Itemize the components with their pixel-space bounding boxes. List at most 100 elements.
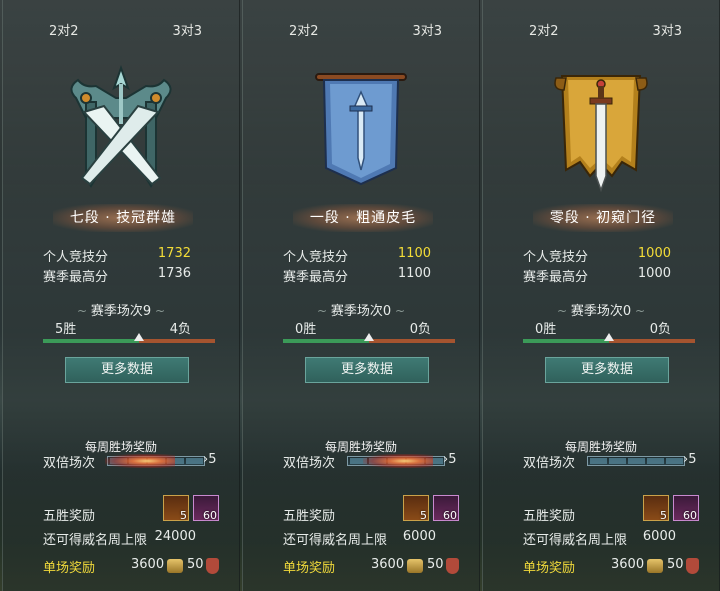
win-loss-bar [523, 333, 695, 343]
arena-panel-2: 2对2 3对3 一段 · 粗通皮毛 个人竞技分 1100 赛季最高分 1100 … [242, 0, 480, 591]
tab-3v3[interactable]: 3对3 [412, 20, 442, 39]
treasure-chest-icon[interactable]: 5 [643, 495, 669, 522]
more-data-button[interactable]: 更多数据 [65, 357, 189, 383]
purple-gem-icon[interactable]: 60 [433, 495, 459, 522]
season-best-row: 赛季最高分 1000 [523, 266, 679, 286]
more-data-button[interactable]: 更多数据 [545, 357, 669, 383]
personal-score-value: 1100 [397, 246, 431, 261]
losses-count: 0负 [409, 322, 431, 337]
season-matches: ~ 赛季场次0 ~ [243, 300, 479, 319]
chest-count: 5 [660, 509, 667, 522]
shield-reward-value: 50 [427, 557, 444, 572]
more-data-button[interactable]: 更多数据 [305, 357, 429, 383]
ornament-right-icon: ~ [151, 304, 166, 318]
ornament-right-icon: ~ [391, 304, 406, 318]
chest-count: 5 [420, 509, 427, 522]
season-best-label: 赛季最高分 [283, 270, 349, 285]
gem-count: 60 [203, 509, 217, 522]
coin-icon [407, 559, 423, 573]
weekly-cap-row: 还可得威名周上限 6000 [283, 529, 459, 549]
season-best-value: 1000 [637, 266, 671, 281]
wins-count: 0胜 [535, 322, 557, 337]
win-loss-bar [283, 333, 455, 343]
single-match-reward-row: 单场奖励 3600 50 [283, 557, 469, 577]
season-best-label: 赛季最高分 [43, 270, 109, 285]
single-match-reward-row: 单场奖励 3600 50 [43, 557, 229, 577]
rank-title: 零段 · 初窥门径 [533, 204, 673, 232]
weekly-cap-value: 24000 [154, 529, 196, 544]
five-win-reward-items: 5 60 [643, 495, 703, 523]
rank-title: 七段 · 技冠群雄 [53, 204, 193, 232]
tab-3v3[interactable]: 3对3 [652, 20, 682, 39]
personal-score-value: 1000 [637, 246, 671, 261]
double-matches-row: 双倍场次 ›5 [523, 452, 699, 471]
loss-bar-fill [609, 339, 695, 343]
ornament-left-icon: ~ [316, 304, 331, 318]
single-match-label: 单场奖励 [283, 561, 336, 576]
chest-count: 5 [180, 509, 187, 522]
win-bar-fill [523, 339, 609, 343]
weekly-cap-row: 还可得威名周上限 6000 [523, 529, 699, 549]
personal-score-label: 个人竞技分 [523, 250, 589, 265]
coin-reward-value: 3600 [131, 557, 165, 572]
season-best-label: 赛季最高分 [523, 270, 589, 285]
losses-count: 0负 [649, 322, 671, 337]
shield-icon [206, 558, 219, 574]
coin-icon [647, 559, 663, 573]
five-win-label: 五胜奖励 [283, 509, 336, 524]
single-match-reward-row: 单场奖励 3600 50 [523, 557, 709, 577]
loss-bar-fill [139, 339, 215, 343]
single-match-label: 单场奖励 [523, 561, 576, 576]
shield-reward-value: 50 [187, 557, 204, 572]
weekly-cap-label: 还可得威名周上限 [43, 533, 148, 548]
five-win-label: 五胜奖励 [523, 509, 576, 524]
season-matches-label: 赛季场次9 [90, 304, 152, 319]
blue-sword-banner-icon [296, 58, 426, 198]
double-matches-label: 双倍场次 [523, 456, 576, 471]
arena-panel-3: 2对2 3对3 零段 · 初窥门径 个人竞技分 1000 赛季最高分 1000 … [482, 0, 720, 591]
tab-2v2[interactable]: 2对2 [289, 20, 319, 39]
treasure-chest-icon[interactable]: 5 [163, 495, 189, 522]
personal-score-value: 1732 [157, 246, 191, 261]
season-best-row: 赛季最高分 1100 [283, 266, 439, 286]
double-matches-label: 双倍场次 [283, 456, 336, 471]
track-segment [666, 458, 683, 464]
personal-score-label: 个人竞技分 [283, 250, 349, 265]
single-match-label: 单场奖励 [43, 561, 96, 576]
double-matches-track [587, 456, 685, 466]
double-matches-row: 双倍场次 ›5 [43, 452, 219, 471]
mode-tabs: 2对2 3对3 [483, 20, 719, 42]
season-matches: ~ 赛季场次9 ~ [3, 300, 239, 319]
weekly-cap-row: 还可得威名周上限 24000 [43, 529, 219, 549]
ornament-left-icon: ~ [556, 304, 571, 318]
win-ratio-marker-icon [604, 333, 614, 341]
silver-crossed-swords-emblem-icon [56, 58, 186, 198]
tab-3v3[interactable]: 3对3 [172, 20, 202, 39]
double-matches-count: ›5 [203, 452, 217, 467]
tab-2v2[interactable]: 2对2 [49, 20, 79, 39]
fire-effect-icon [105, 454, 175, 468]
arena-panel-1: 2对2 3对3 七段 · 技冠群雄 个人竞技分 1732 赛季最高分 1736 … [2, 0, 240, 591]
purple-gem-icon[interactable]: 60 [673, 495, 699, 522]
double-matches-count: ›5 [683, 452, 697, 467]
track-segment [609, 458, 626, 464]
track-segment [186, 458, 203, 464]
double-matches-label: 双倍场次 [43, 456, 96, 471]
five-win-reward-items: 5 60 [163, 495, 223, 523]
weekly-cap-value: 6000 [642, 529, 676, 544]
win-ratio-marker-icon [134, 333, 144, 341]
treasure-chest-icon[interactable]: 5 [403, 495, 429, 522]
track-segment [647, 458, 664, 464]
ornament-left-icon: ~ [76, 304, 91, 318]
tab-2v2[interactable]: 2对2 [529, 20, 559, 39]
five-win-reward-items: 5 60 [403, 495, 463, 523]
rank-title: 一段 · 粗通皮毛 [293, 204, 433, 232]
win-loss-bar [43, 333, 215, 343]
purple-gem-icon[interactable]: 60 [193, 495, 219, 522]
wins-count: 5胜 [55, 322, 77, 337]
mode-tabs: 2对2 3对3 [3, 20, 239, 42]
coin-reward-value: 3600 [371, 557, 405, 572]
season-best-row: 赛季最高分 1736 [43, 266, 199, 286]
shield-icon [446, 558, 459, 574]
season-matches-label: 赛季场次0 [330, 304, 392, 319]
